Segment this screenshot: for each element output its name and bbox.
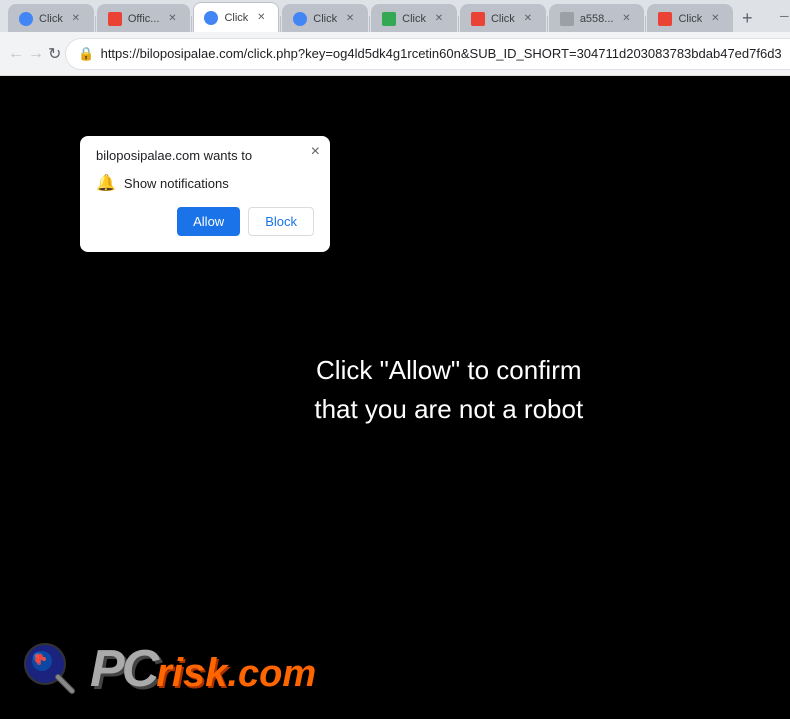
tab-1[interactable]: Click ✕ xyxy=(8,4,94,32)
tab-2-favicon xyxy=(108,12,122,26)
tab-7-favicon xyxy=(560,12,574,26)
logo-pc-text: PC xyxy=(90,639,156,699)
tab-5-close[interactable]: ✕ xyxy=(432,12,446,26)
address-bar[interactable]: 🔒 https://biloposipalae.com/click.php?ke… xyxy=(65,38,790,70)
nav-bar: ← → ↻ 🔒 https://biloposipalae.com/click.… xyxy=(0,32,790,76)
tab-7-close[interactable]: ✕ xyxy=(619,12,633,26)
tab-2-label: Offic... xyxy=(128,13,160,25)
main-text-line2: that you are not a robot xyxy=(314,390,583,429)
pcrisk-logo: PC risk .com xyxy=(20,639,316,699)
tab-3-active[interactable]: Click ✕ xyxy=(193,2,279,32)
tab-1-close[interactable]: ✕ xyxy=(69,12,83,26)
tab-6-label: Click xyxy=(491,13,515,25)
tab-8-label: Click xyxy=(678,13,702,25)
main-text-line1: Click "Allow" to confirm xyxy=(314,351,583,390)
tab-5-label: Click xyxy=(402,13,426,25)
logo-dotcom-text: .com xyxy=(227,653,316,696)
tab-1-favicon xyxy=(19,12,33,26)
tab-8-close[interactable]: ✕ xyxy=(708,12,722,26)
permission-popup: × biloposipalae.com wants to 🔔 Show noti… xyxy=(80,136,330,252)
block-button[interactable]: Block xyxy=(248,207,314,236)
forward-button[interactable]: → xyxy=(28,38,44,70)
logo-icon xyxy=(20,639,80,699)
tabs-area: Click ✕ Offic... ✕ Click ✕ Click xyxy=(8,0,761,32)
tab-4-close[interactable]: ✕ xyxy=(343,12,357,26)
lock-icon: 🔒 xyxy=(78,46,94,62)
tab-8[interactable]: Click ✕ xyxy=(647,4,733,32)
popup-row-text: Show notifications xyxy=(124,176,229,191)
back-button[interactable]: ← xyxy=(8,38,24,70)
tab-4-favicon xyxy=(293,12,307,26)
tab-8-favicon xyxy=(658,12,672,26)
popup-buttons: Allow Block xyxy=(96,207,314,236)
logo-text: PC risk .com xyxy=(90,639,316,699)
allow-button[interactable]: Allow xyxy=(177,207,240,236)
tab-5-favicon xyxy=(382,12,396,26)
logo-risk-text: risk xyxy=(156,651,227,696)
tab-4[interactable]: Click ✕ xyxy=(282,4,368,32)
tab-1-label: Click xyxy=(39,13,63,25)
tab-2[interactable]: Offic... ✕ xyxy=(97,4,191,32)
bell-icon: 🔔 xyxy=(96,173,116,193)
tab-5[interactable]: Click ✕ xyxy=(371,4,457,32)
popup-title: biloposipalae.com wants to xyxy=(96,148,314,163)
new-tab-button[interactable]: + xyxy=(733,4,761,32)
window-controls: ─ □ ✕ xyxy=(761,2,790,30)
browser-window: Click ✕ Offic... ✕ Click ✕ Click xyxy=(0,0,790,719)
tab-7-label: a558... xyxy=(580,13,614,25)
minimize-button[interactable]: ─ xyxy=(761,2,790,30)
tab-6-close[interactable]: ✕ xyxy=(521,12,535,26)
tab-3-close[interactable]: ✕ xyxy=(254,11,268,25)
tab-4-label: Click xyxy=(313,13,337,25)
title-bar: Click ✕ Offic... ✕ Click ✕ Click xyxy=(0,0,790,32)
tab-3-favicon xyxy=(204,11,218,25)
page-content: Click "Allow" to confirm that you are no… xyxy=(0,76,790,719)
reload-button[interactable]: ↻ xyxy=(48,38,61,70)
tab-3-label: Click xyxy=(224,12,248,24)
main-message: Click "Allow" to confirm that you are no… xyxy=(314,351,583,429)
address-text: https://biloposipalae.com/click.php?key=… xyxy=(101,46,782,61)
tab-6[interactable]: Click ✕ xyxy=(460,4,546,32)
tab-2-close[interactable]: ✕ xyxy=(165,12,179,26)
tab-7[interactable]: a558... ✕ xyxy=(549,4,645,32)
popup-notification-row: 🔔 Show notifications xyxy=(96,173,314,193)
popup-close-button[interactable]: × xyxy=(311,144,320,160)
tab-6-favicon xyxy=(471,12,485,26)
